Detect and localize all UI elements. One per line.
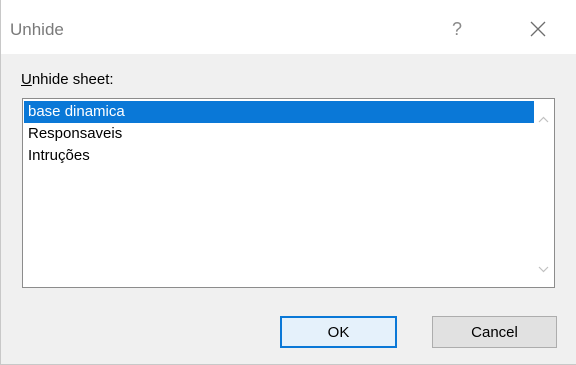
list-item[interactable]: base dinamica (24, 101, 534, 123)
dialog-title: Unhide (10, 20, 64, 39)
scroll-down-button[interactable] (534, 260, 553, 278)
scroll-up-button[interactable] (534, 110, 553, 128)
ok-button[interactable]: OK (280, 316, 397, 348)
sheet-list: base dinamica Responsaveis Intruções (24, 101, 534, 167)
sheet-listbox[interactable]: base dinamica Responsaveis Intruções (22, 98, 555, 288)
unhide-dialog: Unhide ? Unhide sheet: base dinamica Resp… (0, 0, 576, 365)
unhide-sheet-label: Unhide sheet: (21, 71, 114, 88)
title-bar[interactable]: Unhide ? (1, 0, 576, 54)
cancel-button[interactable]: Cancel (432, 316, 557, 348)
chevron-down-icon (538, 266, 549, 272)
help-button[interactable]: ? (437, 12, 477, 46)
scrollbar[interactable] (534, 100, 553, 286)
help-icon: ? (451, 18, 462, 39)
chevron-up-icon (538, 116, 549, 122)
label-text: nhide sheet: (31, 71, 114, 88)
list-item[interactable]: Intruções (24, 145, 534, 167)
label-accesskey: U (21, 71, 32, 88)
close-icon (530, 21, 546, 37)
list-item[interactable]: Responsaveis (24, 123, 534, 145)
close-button[interactable] (517, 12, 559, 46)
